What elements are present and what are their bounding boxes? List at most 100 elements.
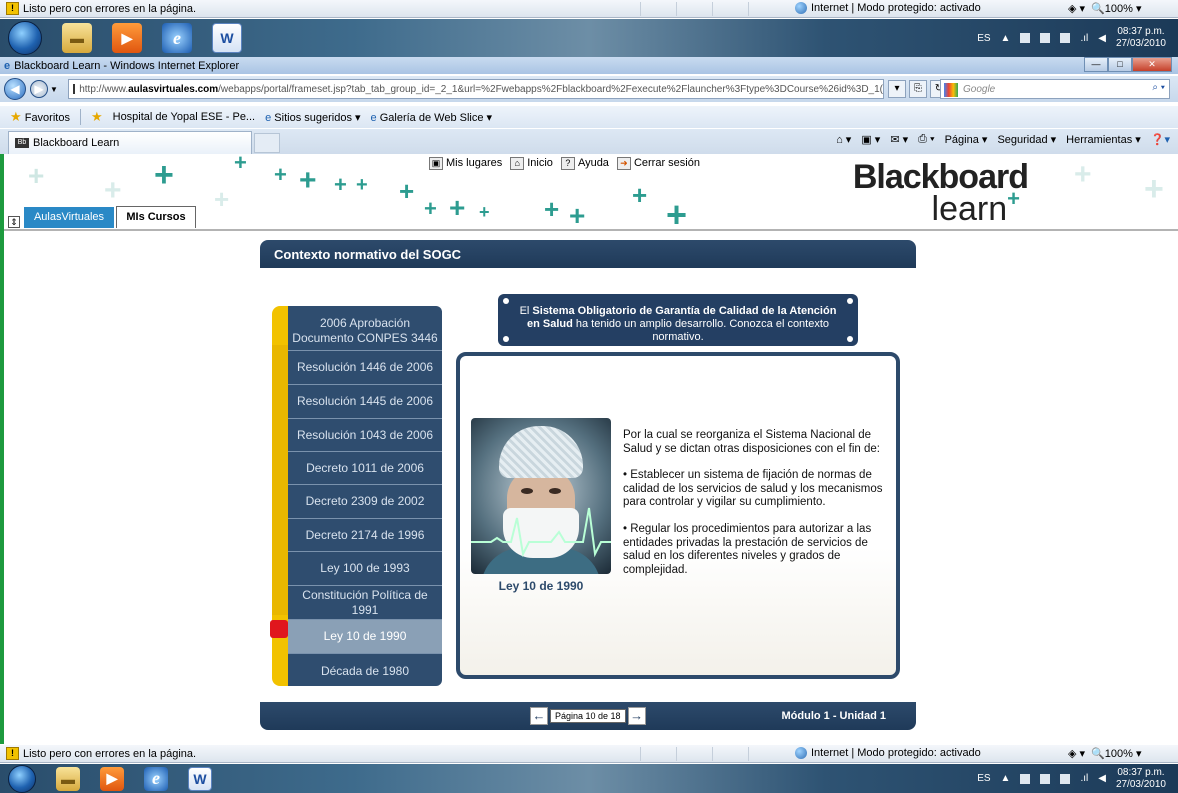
course-footer: ← Página 10 de 18 → Módulo 1 - Unidad 1 bbox=[260, 702, 916, 730]
language-indicator[interactable]: ES bbox=[977, 773, 990, 784]
module-label: Módulo 1 - Unidad 1 bbox=[781, 710, 887, 722]
timeline-item[interactable]: Resolución 1446 de 2006 bbox=[288, 351, 442, 385]
search-icon[interactable]: ⌕ ▾ bbox=[1152, 82, 1165, 93]
timeline-item[interactable]: Ley 100 de 1993 bbox=[288, 552, 442, 586]
warning-icon[interactable]: ! bbox=[6, 2, 19, 15]
home-icon[interactable]: ⌂ ▾ bbox=[836, 133, 851, 146]
bb-favicon-icon bbox=[73, 84, 76, 94]
start-button[interactable] bbox=[8, 764, 36, 793]
action-center-icon[interactable] bbox=[1040, 33, 1051, 43]
star-icon: ★ bbox=[10, 109, 22, 124]
law-bullet-1: • Establecer un sistema de fijación de n… bbox=[623, 469, 883, 509]
volume-icon[interactable]: ◀ bbox=[1098, 33, 1106, 44]
course-header: Contexto normativo del SOGC bbox=[260, 240, 916, 268]
media-player-icon[interactable]: ▶ bbox=[112, 23, 142, 53]
history-dropdown[interactable]: ▼ bbox=[50, 85, 58, 94]
internet-explorer-icon[interactable]: e bbox=[144, 766, 168, 791]
forward-button[interactable]: ▶ bbox=[30, 80, 48, 98]
zoom-level[interactable]: 🔍100% ▾ bbox=[1091, 747, 1141, 760]
law-intro: Por la cual se reorganiza el Sistema Nac… bbox=[623, 429, 880, 455]
info-banner: El Sistema Obligatorio de Garantía de Ca… bbox=[498, 294, 858, 346]
add-favorite-icon[interactable]: ★ bbox=[91, 109, 103, 125]
clock[interactable]: 08:37 p.m. 27/03/2010 bbox=[1116, 26, 1166, 50]
page-menu[interactable]: Página ▾ bbox=[945, 133, 988, 146]
signal-icon[interactable]: .ıl bbox=[1080, 773, 1088, 784]
tools-menu[interactable]: Herramientas ▾ bbox=[1066, 133, 1141, 146]
favorite-suggested-sites[interactable]: e Sitios sugeridos ▾ bbox=[265, 111, 360, 124]
timeline-item[interactable]: Constitución Política de 1991 bbox=[288, 586, 442, 620]
pager: ← Página 10 de 18 → bbox=[530, 707, 646, 725]
protected-mode-icon[interactable]: ◈ ▾ bbox=[1068, 2, 1085, 15]
prev-page-button[interactable]: ← bbox=[530, 707, 548, 725]
action-center-icon[interactable] bbox=[1040, 773, 1051, 784]
feeds-icon[interactable]: ▣ ▾ bbox=[861, 133, 880, 146]
favorites-button[interactable]: ★ Favoritos bbox=[10, 109, 70, 125]
timeline-item[interactable]: Decreto 1011 de 2006 bbox=[288, 452, 442, 485]
start-button[interactable] bbox=[8, 21, 42, 55]
timeline-item[interactable]: Década de 1980 bbox=[288, 654, 442, 686]
system-tray: ES ▲ .ıl ◀ 08:37 p.m. 27/03/2010 bbox=[977, 26, 1166, 50]
network-icon[interactable] bbox=[1060, 773, 1071, 784]
favorite-hospital[interactable]: Hospital de Yopal ESE - Pe... bbox=[113, 111, 255, 123]
protected-mode-icon[interactable]: ◈ ▾ bbox=[1068, 747, 1085, 760]
maximize-button[interactable]: □ bbox=[1108, 57, 1132, 72]
favorite-web-slice[interactable]: e Galería de Web Slice ▾ bbox=[371, 111, 493, 124]
timeline-item[interactable]: Resolución 1043 de 2006 bbox=[288, 419, 442, 452]
security-zone[interactable]: Internet | Modo protegido: activado bbox=[795, 2, 981, 14]
tray-icon[interactable] bbox=[1020, 773, 1031, 784]
tab-blackboard-learn[interactable]: Bb Blackboard Learn bbox=[8, 131, 252, 154]
globe-icon bbox=[795, 747, 807, 759]
tray-icon[interactable] bbox=[1020, 33, 1031, 43]
internet-explorer-icon[interactable]: e bbox=[162, 23, 192, 53]
minimize-button[interactable]: — bbox=[1084, 57, 1108, 72]
address-bar[interactable]: http://www. aulasvirtuales.com/webapps/po… bbox=[68, 79, 884, 99]
address-dropdown-button[interactable]: ▾ bbox=[888, 80, 906, 98]
logout-link[interactable]: ➜ Cerrar sesión bbox=[616, 157, 700, 170]
network-icon[interactable] bbox=[1060, 33, 1071, 43]
explorer-icon[interactable]: ▬ bbox=[56, 766, 80, 791]
security-menu[interactable]: Seguridad ▾ bbox=[997, 133, 1056, 146]
tab-mis-cursos[interactable]: MIs Cursos bbox=[116, 206, 196, 228]
collapse-toggle-icon[interactable]: ⇕ bbox=[8, 216, 20, 228]
word-icon[interactable]: W bbox=[212, 23, 242, 53]
status-text: Listo pero con errores en la página. bbox=[23, 747, 197, 760]
tab-aulas-virtuales[interactable]: AulasVirtuales bbox=[24, 207, 114, 228]
new-tab-button[interactable] bbox=[254, 133, 280, 153]
print-icon[interactable]: ⎙ ▾ bbox=[918, 133, 934, 146]
search-input[interactable]: Google ⌕ ▾ bbox=[940, 79, 1170, 99]
top-status-bar: ! Listo pero con errores en la página. I… bbox=[0, 0, 1178, 18]
compatibility-view-icon[interactable]: ⎘ bbox=[909, 80, 927, 98]
security-zone[interactable]: Internet | Modo protegido: activado bbox=[795, 747, 981, 759]
law-description: Por la cual se reorganiza el Sistema Nac… bbox=[623, 429, 885, 590]
help-icon[interactable]: ❓▾ bbox=[1151, 133, 1170, 146]
bb-top-links: ▣ Mis lugares ⌂ Inicio ? Ayuda ➜ Cerrar sesi… bbox=[429, 157, 700, 170]
timeline-item[interactable]: Resolución 1445 de 2006 bbox=[288, 385, 442, 419]
warning-icon[interactable]: ! bbox=[6, 747, 19, 760]
timeline-item[interactable]: Decreto 2309 de 2002 bbox=[288, 485, 442, 519]
media-player-icon[interactable]: ▶ bbox=[100, 766, 124, 791]
back-button[interactable]: ◀ bbox=[4, 78, 26, 100]
timeline-item[interactable]: Ley 10 de 1990 bbox=[288, 620, 442, 654]
bottom-status-bar: ! Listo pero con errores en la página. I… bbox=[0, 745, 1178, 763]
language-indicator[interactable]: ES bbox=[977, 33, 990, 44]
next-page-button[interactable]: → bbox=[627, 707, 646, 725]
timeline-nav: 2006 Aprobación Documento CONPES 3446 Res… bbox=[288, 306, 442, 686]
clock[interactable]: 08:37 p.m. 27/03/2010 bbox=[1116, 767, 1166, 791]
help-link[interactable]: ? Ayuda bbox=[560, 157, 609, 170]
show-hidden-icons[interactable]: ▲ bbox=[1001, 773, 1011, 784]
mail-icon[interactable]: ✉ ▾ bbox=[890, 133, 908, 146]
my-places-link[interactable]: ▣ Mis lugares bbox=[429, 157, 502, 170]
show-hidden-icons[interactable]: ▲ bbox=[1001, 33, 1011, 44]
volume-icon[interactable]: ◀ bbox=[1098, 773, 1106, 784]
timeline-item[interactable]: Decreto 2174 de 1996 bbox=[288, 519, 442, 552]
zoom-level[interactable]: 🔍100% ▾ bbox=[1091, 2, 1141, 15]
signal-icon[interactable]: .ıl bbox=[1080, 33, 1088, 44]
favorites-bar: ★ Favoritos ★ Hospital de Yopal ESE - Pe… bbox=[0, 106, 1178, 128]
timeline-item[interactable]: 2006 Aprobación Documento CONPES 3446 bbox=[288, 306, 442, 351]
close-window-button[interactable]: ✕ bbox=[1132, 57, 1172, 72]
word-icon[interactable]: W bbox=[188, 766, 212, 791]
ie-logo-icon: e bbox=[4, 59, 11, 72]
home-link[interactable]: ⌂ Inicio bbox=[510, 157, 553, 170]
google-icon bbox=[944, 83, 958, 97]
explorer-icon[interactable]: ▬ bbox=[62, 23, 92, 53]
